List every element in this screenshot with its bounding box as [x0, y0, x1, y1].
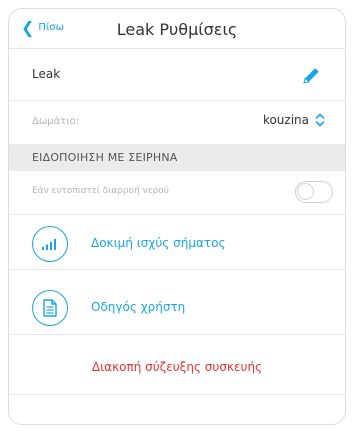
page-title: Leak Ρυθμίσεις: [116, 20, 238, 39]
leak-alert-toggle[interactable]: [295, 181, 333, 203]
leak-alert-label: Εάν εντοπιστεί διαρροή νερού: [32, 186, 169, 196]
signal-test-label: Δοκιμή ισχύς σήματος: [91, 236, 226, 250]
edit-pencil-icon[interactable]: [299, 64, 323, 88]
room-select[interactable]: kouzina: [263, 113, 325, 127]
room-value: kouzina: [262, 113, 309, 127]
device-name-row: Leak: [9, 49, 345, 101]
device-name: Leak: [32, 67, 61, 81]
signal-test-row[interactable]: Δοκιμή ισχύς σήματος: [9, 215, 345, 270]
leak-alert-row: Εάν εντοπιστεί διαρροή νερού: [9, 171, 345, 215]
room-label: Δωμάτιο:: [32, 116, 80, 127]
document-icon: [32, 290, 68, 326]
up-down-chevron-icon: [315, 113, 325, 127]
user-guide-row[interactable]: Οδηγός χρήστη: [9, 279, 345, 335]
siren-notification-section-header: ΕΙΔΟΠΟΙΗΣΗ ΜΕ ΣΕΙΡΗΝΑ: [9, 145, 345, 171]
user-guide-label: Οδηγός χρήστη: [91, 300, 186, 314]
toggle-knob: [297, 183, 314, 200]
unpair-device-label: Διακοπή σύζευξης συσκευής: [91, 360, 263, 374]
unpair-device-row[interactable]: Διακοπή σύζευξης συσκευής: [9, 335, 345, 395]
nav-bar: ❮ Πίσω Leak Ρυθμίσεις: [9, 9, 345, 49]
room-row: Δωμάτιο: kouzina: [9, 101, 345, 145]
section-title: ΕΙΔΟΠΟΙΗΣΗ ΜΕ ΣΕΙΡΗΝΑ: [32, 151, 178, 164]
settings-card: ❮ Πίσω Leak Ρυθμίσεις Leak Δωμάτιο: kouz…: [8, 8, 346, 425]
signal-strength-icon: [32, 226, 68, 262]
